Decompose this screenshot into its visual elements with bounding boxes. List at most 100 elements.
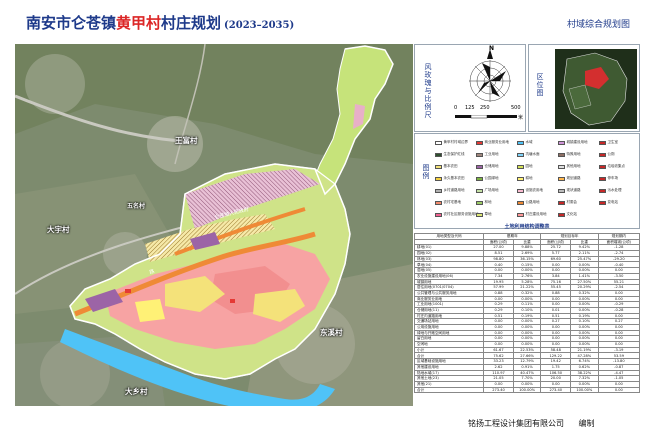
legend-item: 公园绿地 (476, 176, 499, 181)
legend-swatch (517, 152, 524, 157)
legend-item-label: 黄甲村村域边界 (443, 140, 469, 144)
legend-swatch (435, 152, 442, 157)
place-label-daxiang: 大乡村 (125, 387, 148, 396)
legend-item-label: 草地 (484, 212, 492, 216)
legend-item: 耕地 (517, 176, 533, 181)
table-cell: 0.00 (597, 386, 641, 394)
legend-item-label: 水域 (525, 140, 533, 144)
legend-swatch (517, 212, 524, 217)
legend-item: 现状道路 (558, 188, 581, 193)
legend-item-label: 污水处理 (607, 188, 622, 192)
legend-item: 园地 (517, 164, 533, 169)
legend-swatch (599, 164, 606, 169)
legend-swatch (517, 200, 524, 205)
legend-item-label: 商业服务业用地 (484, 140, 510, 144)
legend-item: 城镇建设用地 (558, 140, 588, 145)
legend-item: 规划道路 (558, 176, 581, 181)
location-map (555, 49, 637, 129)
legend-swatch (476, 212, 483, 217)
legend-item: 坑塘水面 (517, 152, 540, 157)
legend-label: 图例 (422, 164, 430, 180)
wind-rose-icon (469, 49, 511, 102)
table-cell: 100.00% (512, 386, 542, 394)
legend-swatch (435, 188, 442, 193)
legend-swatch (435, 164, 442, 169)
legend-item-label: 农村宅基地 (443, 200, 462, 204)
legend-item-label: 停车场 (607, 176, 619, 180)
table-cell: 273.40 (483, 386, 514, 394)
legend-swatch (435, 212, 442, 217)
legend-item: 商业服务业用地 (476, 140, 509, 145)
legend-swatch (517, 188, 524, 193)
legend-item: 工业用地 (476, 152, 499, 157)
legend-item-label: 文化站 (566, 212, 578, 216)
legend-swatch (476, 140, 483, 145)
legend-item-label: 农村社区服务设施用地 (443, 212, 479, 216)
legend-swatch (599, 140, 606, 145)
legend-item-label: 广场用地 (484, 188, 499, 192)
legend-item: 变电站 (599, 200, 618, 205)
legend-swatch (435, 200, 442, 205)
legend-item: 污水处理 (599, 188, 622, 193)
map-area[interactable]: 仑苍镇人民政府 路 王富村 五名村 大宇村 东溪村 大乡村 (15, 44, 413, 406)
compass-north: N (489, 45, 495, 52)
legend-item-label: 特殊用地 (566, 152, 581, 156)
place-label-wangfu: 王富村 (175, 136, 198, 145)
map-subtitle: 村域综合规划图 (567, 20, 631, 30)
legend-item-label: 生态保护红线 (443, 152, 465, 156)
legend-item-label: 仓储用地 (484, 164, 499, 168)
scale-tick-500: 500 (511, 105, 521, 111)
legend-swatch (558, 188, 565, 193)
legend-item: 仓储用地 (476, 164, 499, 169)
legend-item: 村庄建设用地 (517, 212, 547, 217)
table-title: 土地利用结构调整表 (504, 224, 550, 230)
place-label-wuming: 五名村 (127, 203, 146, 210)
legend-swatch (558, 152, 565, 157)
legend-item: 设施农用地 (517, 188, 543, 193)
legend-item-label: 卫生室 (607, 140, 619, 144)
legend-item-label: 公园绿地 (484, 176, 499, 180)
legend-item-label: 园地 (525, 164, 533, 168)
legend-item-label: 公路用地 (525, 200, 540, 204)
scale-bar (455, 115, 517, 119)
legend-swatch (517, 140, 524, 145)
legend-swatch (517, 164, 524, 169)
legend-item-label: 城镇建设用地 (566, 140, 588, 144)
legend-item: 卫生室 (599, 140, 618, 145)
legend-swatch (476, 176, 483, 181)
land-use-table: 用地类型及代码 基期年 规划目标年 规划期内 面积(公顷) 比重 面积(公顷) 比重 面积增减(… (413, 233, 641, 394)
legend-item: 农村社区服务设施用地 (435, 212, 479, 217)
legend-item-label: 变电站 (607, 200, 619, 204)
legend-item-label: 规划道路 (566, 176, 581, 180)
legend-item: 永久基本农田 (435, 176, 465, 181)
legend-swatch (599, 176, 606, 181)
legend-item: 其他用地 (558, 164, 581, 169)
wind-rose-panel: 风玫瑰与比例尺 N 0 125 250 500 米 (414, 44, 526, 132)
legend-item: 特殊用地 (558, 152, 581, 157)
legend-item-label: 村庄建设用地 (525, 212, 547, 216)
legend-item: 文化站 (558, 212, 577, 217)
legend-item: 基本农田 (435, 164, 458, 169)
title-highlight: 黄甲村 (116, 14, 162, 32)
legend-item: 生态保护红线 (435, 152, 465, 157)
legend-swatch (599, 188, 606, 193)
location-label: 区位图 (536, 73, 544, 97)
legend-item: 乡村道路用地 (435, 188, 465, 193)
legend-swatch (476, 188, 483, 193)
footer-suffix: 编制 (578, 419, 595, 428)
legend-swatch (599, 152, 606, 157)
legend-swatch (476, 152, 483, 157)
legend-item-label: 设施农用地 (525, 188, 544, 192)
legend-item: 草地 (476, 212, 492, 217)
table-cell: 100.00% (570, 386, 599, 394)
table-cell: 273.40 (540, 386, 572, 394)
legend-item-label: 其他用地 (566, 164, 581, 168)
legend-item-label: 工业用地 (484, 152, 499, 156)
legend-item-label: 耕地 (525, 176, 533, 180)
legend-item-label: 垃圾收集点 (607, 164, 626, 168)
legend-item: 村委会 (558, 200, 577, 205)
legend-item: 公路用地 (517, 200, 540, 205)
legend-swatch (558, 200, 565, 205)
scale-tick-250: 250 (480, 105, 490, 111)
legend-swatch (558, 140, 565, 145)
